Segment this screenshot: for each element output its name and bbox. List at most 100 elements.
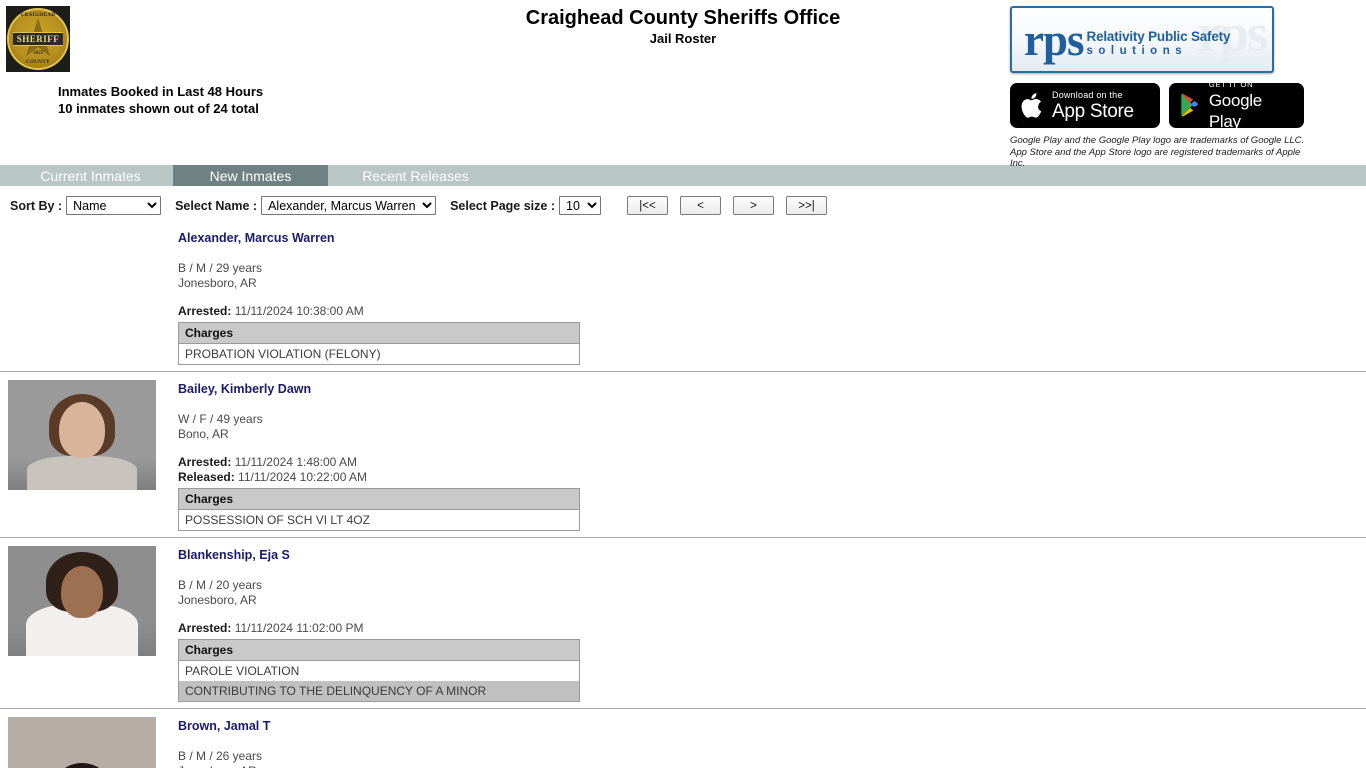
inmate-name-link[interactable]: Bailey, Kimberly Dawn xyxy=(178,382,311,396)
inmate-demographics: B / M / 26 yearsJonesboro, AR xyxy=(178,749,1366,768)
trademark-notice: Google Play and the Google Play logo are… xyxy=(1010,135,1310,170)
inmate-city: Jonesboro, AR xyxy=(178,592,257,607)
page-size-select[interactable]: 10 xyxy=(559,196,601,215)
charges-table: Charges PROBATION VIOLATION (FELONY) xyxy=(178,322,580,365)
charge-row: PAROLE VIOLATION xyxy=(178,660,580,681)
inmate-name-link[interactable]: Blankenship, Eja S xyxy=(178,548,290,562)
tab-recent-releases[interactable]: Recent Releases xyxy=(328,165,503,186)
seal-top-text: CRAIGHEAD xyxy=(20,13,56,18)
seal-bottom-text: COUNTY xyxy=(25,60,51,65)
released-label: Released: xyxy=(178,470,235,484)
app-store-badges: Download on the App Store GET IT ON Goog… xyxy=(1010,80,1310,131)
inmate-details: Alexander, Marcus Warren B / M / 29 years… xyxy=(178,221,1366,365)
charge-description: CONTRIBUTING TO THE DELINQUENCY OF A MIN… xyxy=(178,681,580,702)
arrested-label: Arrested: xyxy=(178,304,232,318)
roster-summary: Inmates Booked in Last 48 Hours 10 inmat… xyxy=(58,83,263,117)
next-page-button[interactable]: > xyxy=(733,196,774,215)
charges-header-row: Charges xyxy=(178,639,580,661)
inmate-race-sex-age: B / M / 26 years xyxy=(178,749,263,763)
select-name-label: Select Name : xyxy=(175,198,258,213)
inmate-race-sex-age: B / M / 29 years xyxy=(178,261,263,275)
rps-tagline-line-2: solutions xyxy=(1086,45,1188,57)
arrested-date: Arrested: 11/11/2024 11:02:00 PM xyxy=(178,621,1366,636)
tab-current-inmates[interactable]: Current Inmates xyxy=(8,165,173,186)
app-store-badge-small-text: Download on the xyxy=(1052,89,1123,100)
inmate-name-link[interactable]: Brown, Jamal T xyxy=(178,719,270,733)
inmate-mugshot[interactable] xyxy=(8,546,156,656)
branding-panel: rps rps Relativity Public Safety solutio… xyxy=(1010,6,1310,170)
apple-icon xyxy=(1021,93,1042,118)
charges-table: Charges POSSESSION OF SCH VI LT 4OZ xyxy=(178,488,580,531)
inmate-race-sex-age: W / F / 49 years xyxy=(178,412,263,426)
previous-page-button[interactable]: < xyxy=(680,196,721,215)
inmate-booking-dates: Arrested: 11/11/2024 10:38:00 AM xyxy=(178,304,1366,319)
sort-by-select[interactable]: Name xyxy=(66,196,162,215)
released-date: Released: 11/11/2024 10:22:00 AM xyxy=(178,470,1366,485)
inmate-booking-dates: Arrested: 11/11/2024 1:48:00 AM Released:… xyxy=(178,455,1366,485)
inmate-record: Bailey, Kimberly Dawn W / F / 49 years Bon… xyxy=(0,372,1366,538)
charge-description: PAROLE VIOLATION xyxy=(178,660,580,681)
inmate-record: Brown, Jamal T B / M / 26 yearsJonesboro,… xyxy=(0,709,1366,768)
inmate-demographics: B / M / 29 years Jonesboro, AR xyxy=(178,261,1366,290)
inmate-city: Jonesboro, AR xyxy=(178,764,1366,768)
seal-year-text: 1859 xyxy=(33,51,43,56)
charges-header-row: Charges xyxy=(178,488,580,510)
arrested-label: Arrested: xyxy=(178,455,232,469)
inmate-mugshot[interactable] xyxy=(8,380,156,490)
roster-controls: Sort By : Name Select Name : Alexander, … xyxy=(0,186,1366,215)
app-store-badge[interactable]: Download on the App Store xyxy=(1010,83,1160,128)
inmate-details: Blankenship, Eja S B / M / 20 years Jonesb… xyxy=(178,538,1366,702)
inmate-photo-column xyxy=(0,538,178,702)
inmate-record: Alexander, Marcus Warren B / M / 29 years… xyxy=(0,221,1366,372)
select-name-select[interactable]: Alexander, Marcus Warren xyxy=(261,196,437,215)
inmate-record: Blankenship, Eja S B / M / 20 years Jonesb… xyxy=(0,538,1366,709)
charges-column-header: Charges xyxy=(178,322,580,344)
charge-row: POSSESSION OF SCH VI LT 4OZ xyxy=(178,509,580,531)
inmate-mugshot[interactable] xyxy=(8,717,156,768)
inmate-photo-column xyxy=(0,221,178,365)
charge-row: CONTRIBUTING TO THE DELINQUENCY OF A MIN… xyxy=(178,681,580,702)
inmate-roster-list: Alexander, Marcus Warren B / M / 29 years… xyxy=(0,221,1366,768)
page-size-label: Select Page size : xyxy=(450,198,555,213)
inmate-details: Brown, Jamal T B / M / 26 yearsJonesboro,… xyxy=(178,709,1366,768)
summary-line-2: 10 inmates shown out of 24 total xyxy=(58,101,259,116)
rps-logo[interactable]: rps rps Relativity Public Safety solutio… xyxy=(1010,6,1274,73)
arrested-date: Arrested: 11/11/2024 10:38:00 AM xyxy=(178,304,1366,319)
first-page-button[interactable]: |<< xyxy=(627,196,668,215)
inmate-demographics: W / F / 49 years Bono, AR xyxy=(178,412,1366,441)
inmate-city: Bono, AR xyxy=(178,426,229,441)
app-store-badge-big-text: App Store xyxy=(1052,100,1134,122)
pagination-controls: |<< < > >>| xyxy=(627,196,827,215)
last-page-button[interactable]: >>| xyxy=(786,196,827,215)
inmate-photo-column xyxy=(0,709,178,768)
released-value: 11/11/2024 10:22:00 AM xyxy=(238,470,368,484)
charges-table: Charges PAROLE VIOLATION CONTRIBUTING TO T… xyxy=(178,639,580,702)
google-play-badge-big-text: Google Play xyxy=(1208,91,1262,131)
trademark-line-2: App Store and the App Store logo are reg… xyxy=(1010,146,1301,170)
inmate-details: Bailey, Kimberly Dawn W / F / 49 years Bon… xyxy=(178,372,1366,531)
page-header: CRAIGHEAD SHERIFF 1859 COUNTY Craighead … xyxy=(0,0,1366,169)
inmate-demographics: B / M / 20 years Jonesboro, AR xyxy=(178,578,1366,607)
summary-line-1: Inmates Booked in Last 48 Hours xyxy=(58,84,264,99)
arrested-value: 11/11/2024 10:38:00 AM xyxy=(234,304,364,318)
inmate-photo-column xyxy=(0,372,178,531)
arrested-date: Arrested: 11/11/2024 1:48:00 AM xyxy=(178,455,1366,470)
google-play-icon xyxy=(1181,93,1198,117)
charges-column-header: Charges xyxy=(178,488,580,510)
google-play-badge-small-text: GET IT ON xyxy=(1208,80,1254,89)
rps-wordmark: rps xyxy=(1024,14,1085,65)
charge-description: PROBATION VIOLATION (FELONY) xyxy=(178,343,580,365)
trademark-line-1: Google Play and the Google Play logo are… xyxy=(1010,135,1305,146)
arrested-value: 11/11/2024 1:48:00 AM xyxy=(234,455,358,469)
inmate-name-link[interactable]: Alexander, Marcus Warren xyxy=(178,231,335,245)
tab-new-inmates[interactable]: New Inmates xyxy=(173,165,328,186)
charge-row: PROBATION VIOLATION (FELONY) xyxy=(178,343,580,365)
rps-tagline-line-1: Relativity Public Safety xyxy=(1086,29,1231,44)
inmate-race-sex-age: B / M / 20 years xyxy=(178,578,263,592)
arrested-value: 11/11/2024 11:02:00 PM xyxy=(234,621,364,635)
sort-by-label: Sort By : xyxy=(10,198,63,213)
seal-band-text: SHERIFF xyxy=(12,32,64,46)
google-play-badge[interactable]: GET IT ON Google Play xyxy=(1169,80,1304,131)
charges-column-header: Charges xyxy=(178,639,580,661)
sheriff-seal-icon: CRAIGHEAD SHERIFF 1859 COUNTY xyxy=(6,6,70,72)
